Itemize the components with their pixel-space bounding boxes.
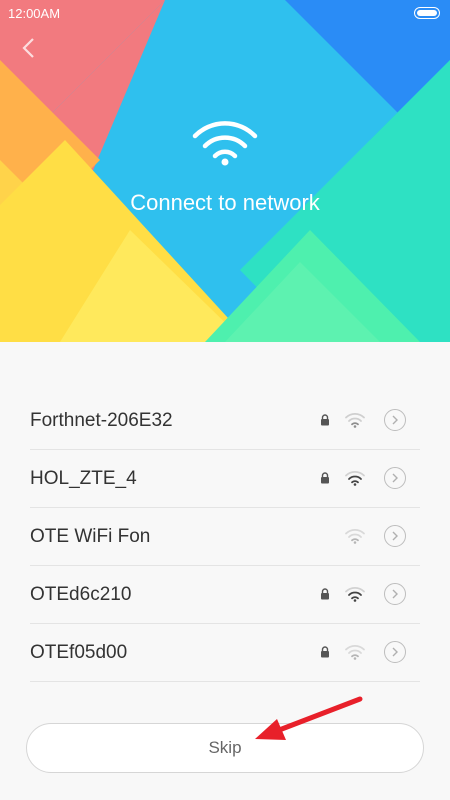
network-item-otef05d00[interactable]: OTEf05d00 xyxy=(30,624,420,682)
network-detail-button[interactable] xyxy=(384,409,406,431)
network-name: OTE WiFi Fon xyxy=(30,526,151,547)
wifi-signal-weak-icon xyxy=(345,645,365,660)
banner-background xyxy=(0,0,450,342)
network-detail-button[interactable] xyxy=(384,583,406,605)
back-button[interactable] xyxy=(14,34,42,62)
network-item-forthnet-206e32[interactable]: Forthnet-206E32 xyxy=(30,392,420,450)
network-name: OTEf05d00 xyxy=(30,642,128,663)
page-title: Connect to network xyxy=(130,190,320,215)
network-name: HOL_ZTE_4 xyxy=(30,468,137,489)
network-detail-button[interactable] xyxy=(384,525,406,547)
lock-icon xyxy=(321,414,329,426)
network-list: Forthnet-206E32 HOL_ZTE_4 OTE WiFi Fon O… xyxy=(30,392,420,682)
wifi-signal-weak-icon xyxy=(345,413,365,428)
chevron-right-icon xyxy=(392,415,398,425)
wifi-icon xyxy=(192,121,258,166)
lock-icon xyxy=(321,472,329,484)
chevron-right-icon xyxy=(392,647,398,657)
status-bar: 12:00AM xyxy=(0,0,450,26)
network-item-ote-wifi-fon[interactable]: OTE WiFi Fon xyxy=(30,508,420,566)
network-item-oted6c210[interactable]: OTEd6c210 xyxy=(30,566,420,624)
chevron-right-icon xyxy=(392,473,398,483)
network-name: Forthnet-206E32 xyxy=(30,410,173,431)
chevron-right-icon xyxy=(392,531,398,541)
network-name: OTEd6c210 xyxy=(30,584,132,605)
wifi-signal-strong-icon xyxy=(345,471,365,486)
network-item-hol-zte-4[interactable]: HOL_ZTE_4 xyxy=(30,450,420,508)
lock-icon xyxy=(321,646,329,658)
wifi-signal-strong-icon xyxy=(345,587,365,602)
battery-icon xyxy=(414,7,440,19)
network-detail-button[interactable] xyxy=(384,641,406,663)
status-time: 12:00AM xyxy=(8,6,61,21)
chevron-right-icon xyxy=(392,589,398,599)
chevron-left-icon xyxy=(22,38,34,58)
header-banner: 12:00AM Connect to network xyxy=(0,0,450,342)
wifi-signal-weak-icon xyxy=(345,529,365,544)
lock-icon xyxy=(321,588,329,600)
network-detail-button[interactable] xyxy=(384,467,406,489)
skip-button[interactable]: Skip xyxy=(26,723,424,773)
